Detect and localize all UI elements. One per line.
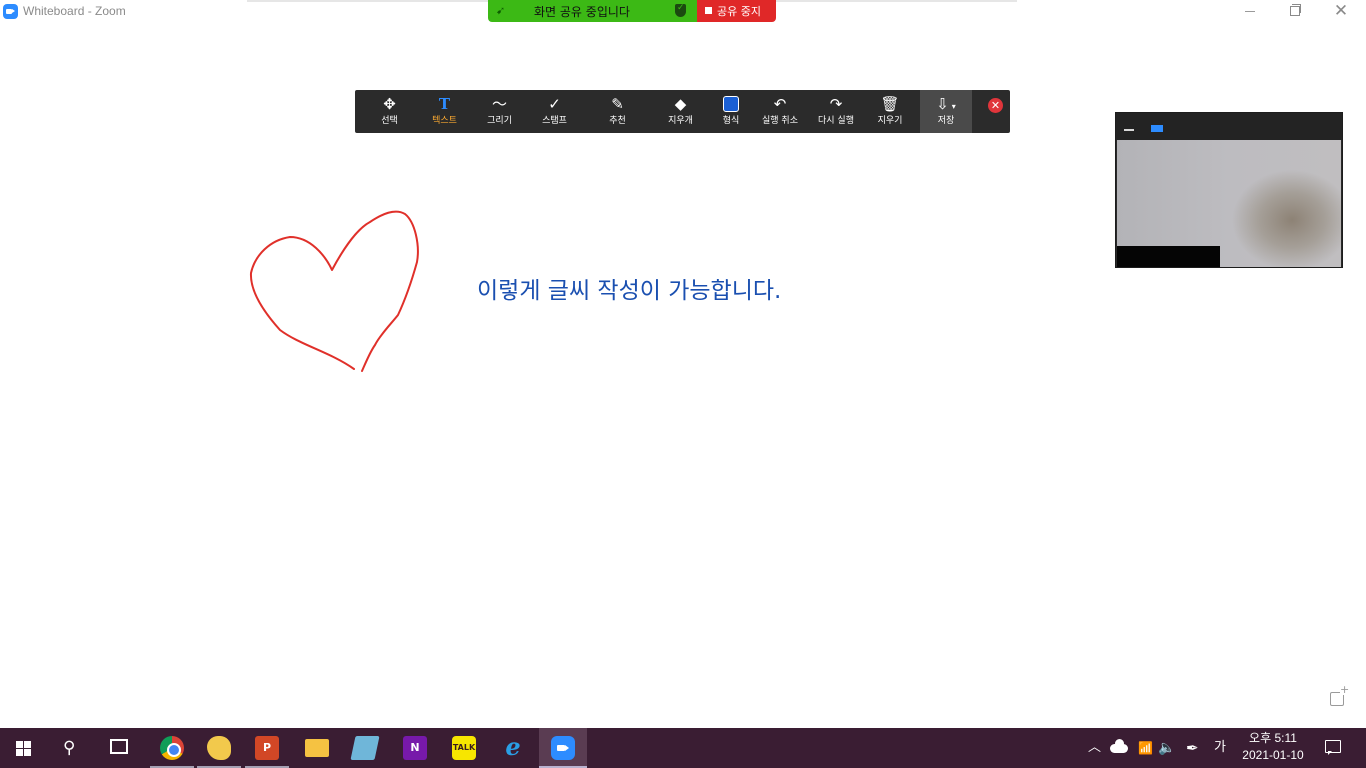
onenote-icon: N bbox=[403, 736, 427, 760]
onedrive-cloud-icon[interactable] bbox=[1110, 739, 1128, 753]
windows-taskbar: ⚲ P N TALK e ︿ 📶 🔈 ✒ 가 오후 5:11 2021-01-1… bbox=[0, 728, 1366, 768]
drawn-heart bbox=[249, 210, 419, 372]
action-center-icon[interactable] bbox=[1325, 740, 1341, 755]
pen-workspace-icon[interactable]: ✒ bbox=[1186, 739, 1199, 757]
system-clock[interactable]: 오후 5:11 2021-01-10 bbox=[1232, 730, 1314, 764]
notepad-icon bbox=[350, 736, 380, 760]
volume-icon[interactable]: 🔈 bbox=[1158, 739, 1175, 757]
taskbar-internet-explorer[interactable]: e bbox=[489, 728, 537, 768]
show-hidden-icons-chevron-icon[interactable]: ︿ bbox=[1088, 739, 1101, 757]
video-header bbox=[1116, 113, 1342, 140]
chrome-icon bbox=[160, 736, 184, 760]
search-icon[interactable]: ⚲ bbox=[63, 738, 75, 758]
taskbar-kakaotalk[interactable]: TALK bbox=[440, 728, 488, 768]
whiteboard-text[interactable]: 이렇게 글씨 작성이 가능합니다. bbox=[477, 271, 781, 305]
view-switch-icon[interactable] bbox=[1151, 125, 1163, 132]
zoom-icon bbox=[551, 736, 575, 760]
wifi-icon[interactable]: 📶 bbox=[1138, 739, 1153, 757]
participant-name-bar bbox=[1117, 246, 1220, 267]
taskbar-chrome[interactable] bbox=[148, 728, 196, 768]
heart-stroke bbox=[249, 210, 419, 372]
minimize-video-icon[interactable] bbox=[1124, 129, 1134, 131]
clock-date: 2021-01-10 bbox=[1242, 748, 1304, 762]
kakaotalk-icon: TALK bbox=[452, 736, 476, 760]
file-explorer-icon bbox=[305, 739, 329, 757]
powerpoint-icon: P bbox=[255, 736, 279, 760]
start-button[interactable] bbox=[0, 728, 48, 768]
internet-explorer-icon: e bbox=[505, 732, 521, 761]
windows-logo-icon bbox=[16, 741, 32, 756]
taskbar-zoom[interactable] bbox=[539, 728, 587, 768]
taskbar-onenote[interactable]: N bbox=[391, 728, 439, 768]
taskbar-powerpoint[interactable]: P bbox=[243, 728, 291, 768]
taskbar-notepad[interactable] bbox=[341, 728, 389, 768]
task-view-icon[interactable] bbox=[110, 739, 128, 754]
new-whiteboard-icon[interactable] bbox=[1330, 684, 1350, 706]
zoom-window: Whiteboard - Zoom ✕ ➹ 화면 공유 중입니다 공유 중지 ✥… bbox=[0, 0, 1366, 728]
paint-3d-icon bbox=[207, 736, 231, 760]
taskbar-file-explorer[interactable] bbox=[293, 728, 341, 768]
taskbar-paint-3d[interactable] bbox=[195, 728, 243, 768]
ime-indicator[interactable]: 가 bbox=[1214, 739, 1226, 757]
video-thumbnail[interactable] bbox=[1115, 112, 1343, 268]
clock-time: 오후 5:11 bbox=[1249, 731, 1297, 745]
